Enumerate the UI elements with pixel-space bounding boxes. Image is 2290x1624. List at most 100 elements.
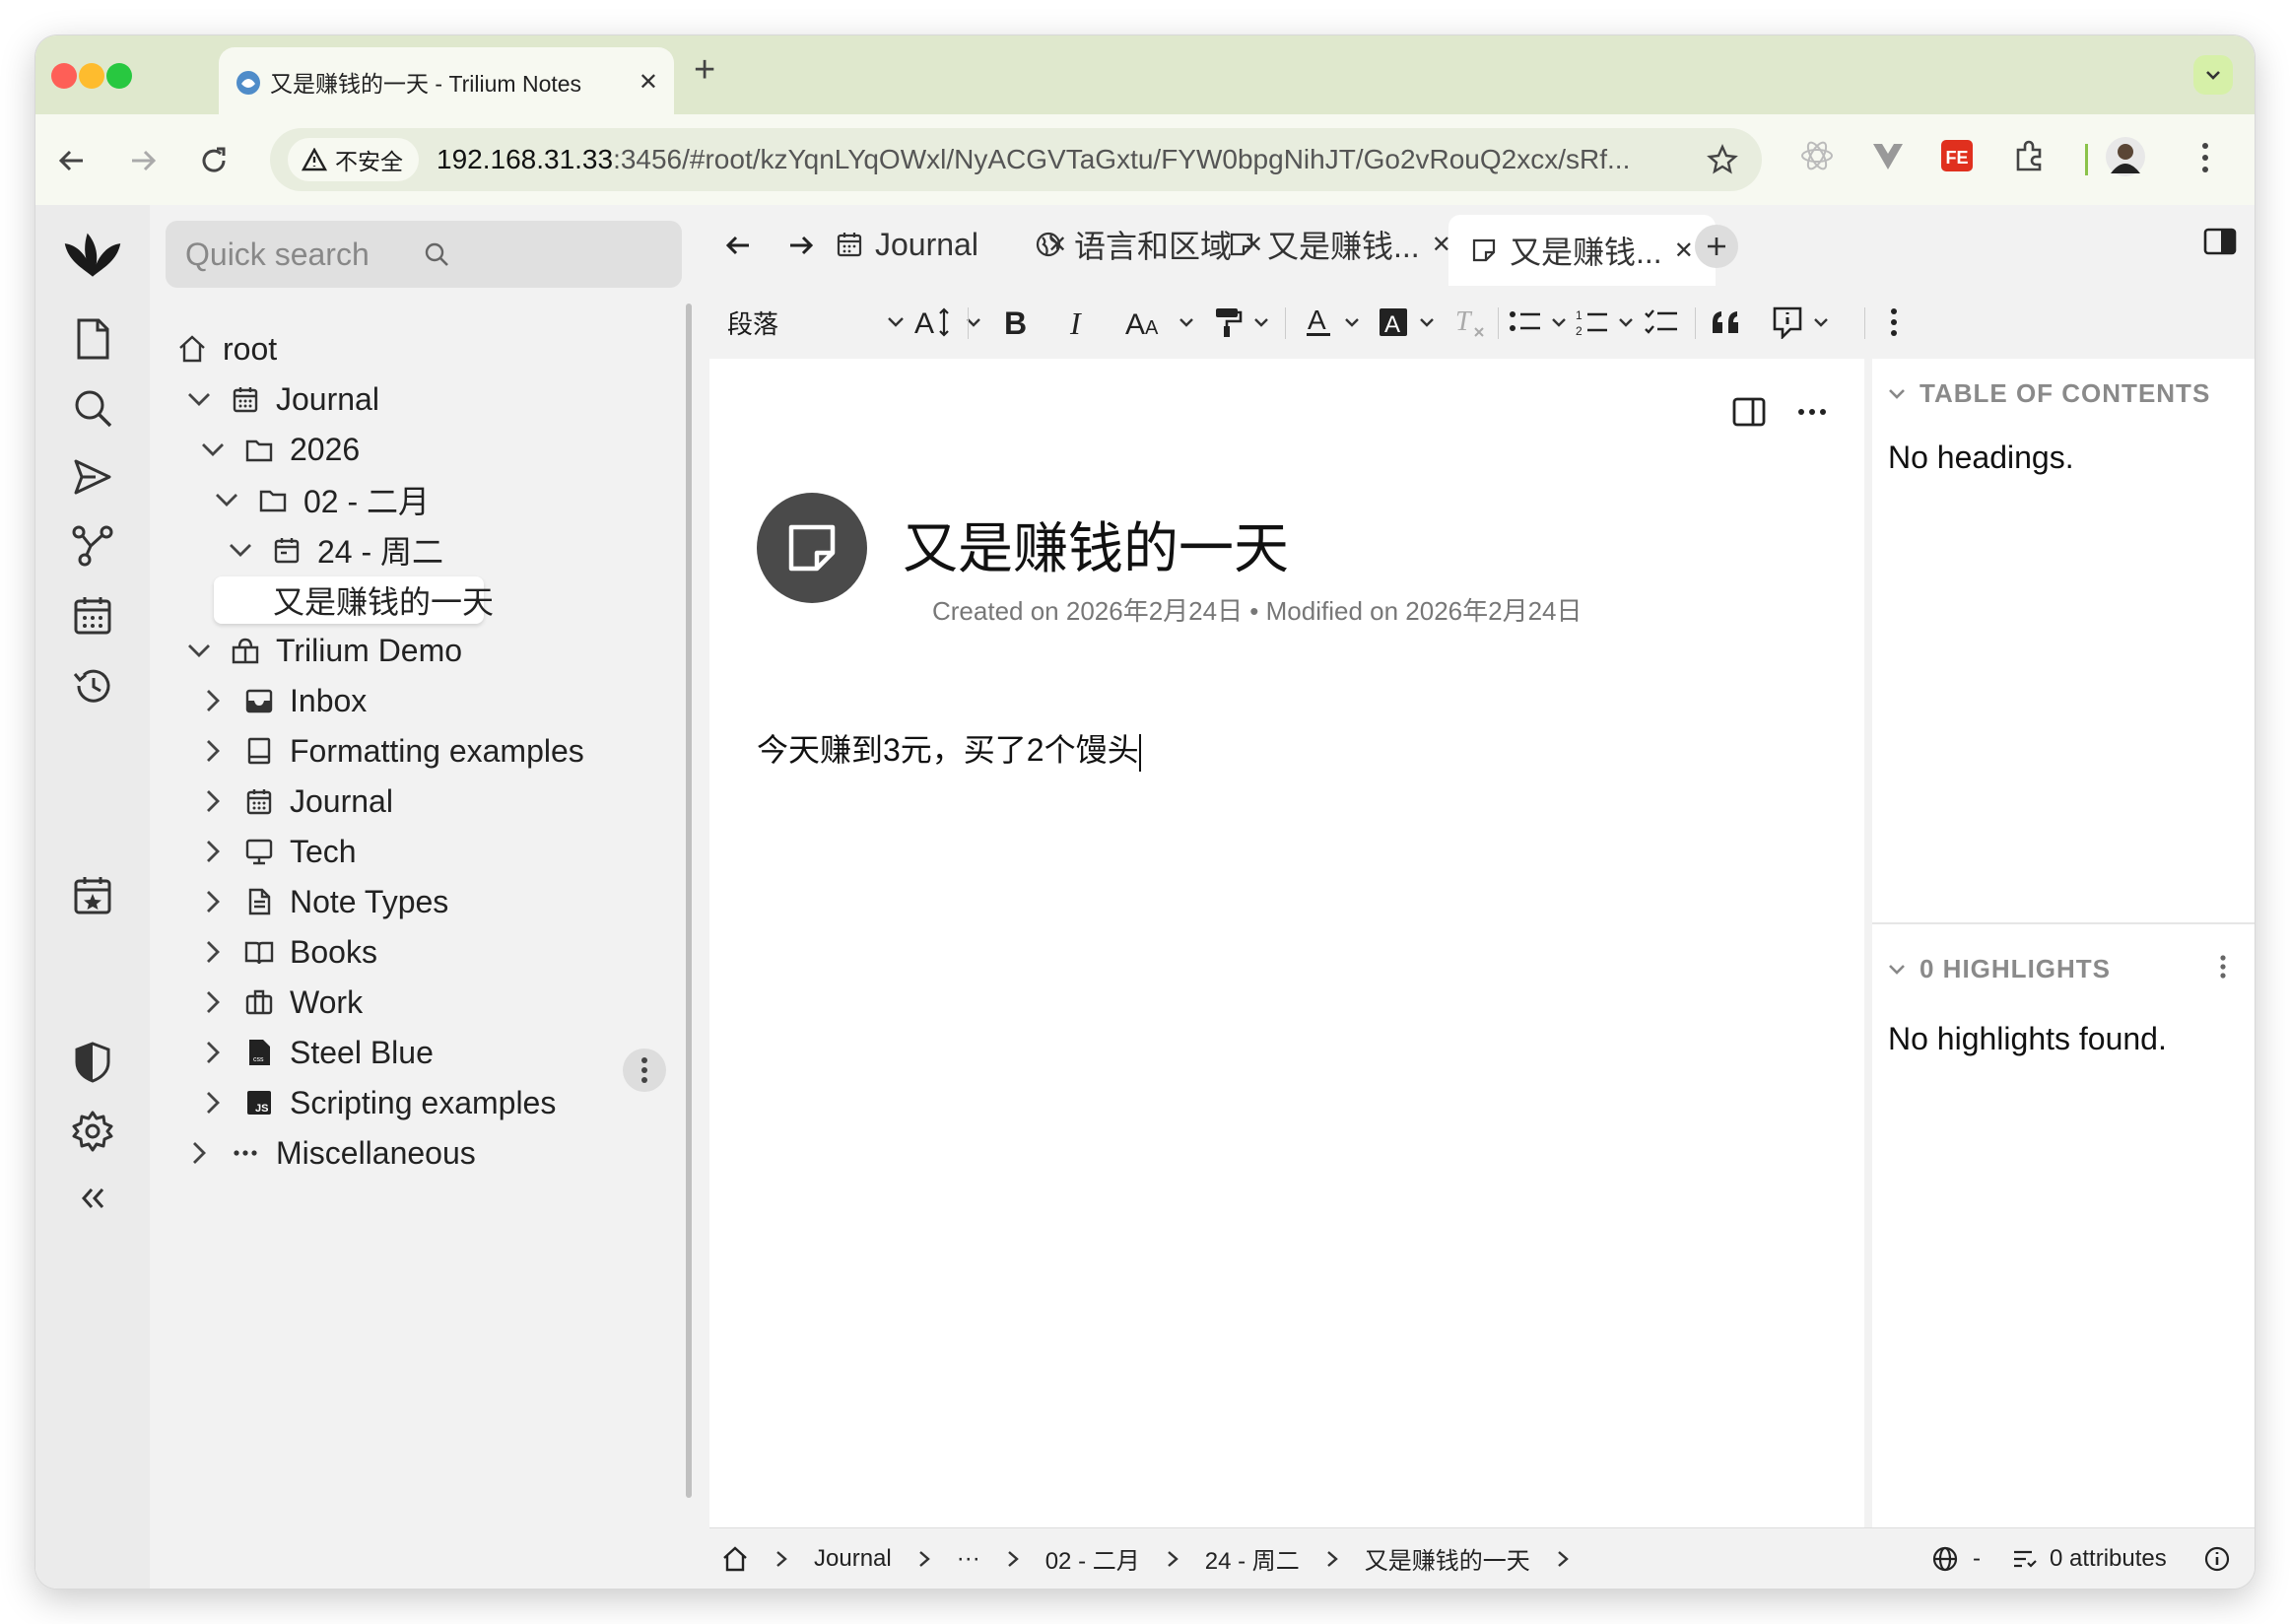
paragraph-style-dropdown[interactable]: 段落 [727,300,905,345]
extensions-puzzle-icon[interactable] [2012,138,2048,173]
chevron-down-icon[interactable] [1547,300,1571,345]
new-note-tab-button[interactable] [1695,225,1738,268]
close-tab-icon[interactable]: ✕ [1674,237,1694,265]
history-forward-icon[interactable] [786,231,816,260]
split-view-icon[interactable] [1732,396,1766,428]
remove-format-icon[interactable]: T [1448,300,1492,345]
browser-menu-icon[interactable] [2199,140,2211,175]
new-note-icon[interactable] [63,309,122,369]
bookmark-star-icon[interactable] [1707,144,1738,175]
background-color-icon[interactable]: A [1372,300,1415,345]
font-color-icon[interactable]: A [1297,300,1340,345]
collapse-sidebar-icon[interactable] [63,1169,122,1228]
protected-session-shield-icon[interactable] [63,1033,122,1092]
text-case-icon[interactable]: AA [1115,300,1175,345]
search-icon[interactable] [63,378,122,438]
forward-arrow-icon[interactable] [126,144,160,177]
language-indicator[interactable]: - [1931,1545,1981,1573]
chevron-down-icon[interactable] [1809,300,1833,345]
breadcrumb-item[interactable]: 02 - 二月 [1045,1541,1140,1576]
browser-tab-active[interactable]: 又是赚钱的一天 - Trilium Notes ✕ [219,47,674,116]
todo-list-icon[interactable] [1640,300,1683,345]
chevron-right-icon[interactable] [199,1039,227,1066]
tab-note-active[interactable]: 又是赚钱... ✕ [1448,215,1716,286]
today-note-icon[interactable] [63,865,122,924]
history-back-icon[interactable] [723,231,753,260]
send-icon[interactable] [63,447,122,507]
note-actions-icon[interactable] [1797,408,1827,416]
chevron-right-icon[interactable] [199,1089,227,1116]
italic-icon[interactable]: I [1056,300,1100,345]
numbered-list-icon[interactable]: 12 [1571,300,1614,345]
back-arrow-icon[interactable] [55,144,89,177]
tab-search-button[interactable] [2193,55,2233,95]
quick-search-input[interactable]: Quick search [166,221,682,288]
trilium-logo-icon[interactable] [63,223,122,282]
tab-journal[interactable]: Journal ✕ [836,215,1067,274]
chevron-down-icon[interactable] [962,300,985,345]
chevron-right-icon[interactable] [199,838,227,865]
tab-note-inactive[interactable]: 又是赚钱... ✕ [1228,215,1451,274]
history-icon[interactable] [63,656,122,715]
admonition-icon[interactable] [1766,300,1809,345]
minimize-window-button[interactable] [79,63,104,89]
format-painter-icon[interactable] [1206,300,1249,345]
chevron-down-icon[interactable] [199,436,227,463]
vue-devtools-icon[interactable] [1870,138,1906,173]
chevron-down-icon[interactable] [185,637,213,664]
close-window-button[interactable] [51,63,77,89]
new-tab-button[interactable]: + [694,49,715,92]
chevron-down-icon[interactable] [1415,300,1439,345]
chevron-down-icon[interactable] [1340,300,1364,345]
url-text[interactable]: 192.168.31.33:3456/#root/kzYqnLYqOWxl/Ny… [437,144,1707,175]
calendar-icon[interactable] [63,585,122,644]
settings-gear-icon[interactable] [63,1102,122,1161]
react-devtools-icon[interactable] [1799,138,1835,173]
note-info-icon[interactable] [2203,1545,2231,1573]
chevron-down-icon[interactable] [227,536,254,564]
breadcrumb-item[interactable]: 24 - 周二 [1205,1541,1300,1576]
note-icon-button[interactable] [757,493,867,603]
chevron-down-icon[interactable] [1249,300,1273,345]
highlights-header[interactable]: 0 HIGHLIGHTS [1888,954,2111,984]
address-bar[interactable]: 不安全 192.168.31.33:3456/#root/kzYqnLYqOWx… [270,128,1762,191]
bulleted-list-icon[interactable] [1504,300,1547,345]
breadcrumb-item[interactable]: ··· [957,1545,980,1573]
toc-header[interactable]: TABLE OF CONTENTS [1888,378,2210,409]
breadcrumb-item[interactable]: Journal [814,1545,892,1573]
reload-icon[interactable] [197,144,231,177]
chevron-down-icon[interactable] [1175,300,1198,345]
tree-item-selected[interactable]: 又是赚钱的一天 [214,576,494,624]
note-title[interactable]: 又是赚钱的一天 [903,505,1289,584]
note-body-editor[interactable]: 今天赚到3元，买了2个馒头 [757,725,1821,772]
highlights-menu-icon[interactable] [2219,954,2227,980]
chevron-right-icon[interactable] [199,687,227,714]
font-size-icon[interactable]: A [910,300,962,345]
chevron-right-icon[interactable] [199,888,227,915]
tree-scrollbar[interactable] [686,304,692,1498]
note-map-icon[interactable] [63,516,122,575]
chevron-down-icon[interactable] [1614,300,1638,345]
attributes-indicator[interactable]: 0 attributes [2012,1545,2167,1573]
zoom-window-button[interactable] [106,63,132,89]
tree-item[interactable]: 24 - 周二 [227,520,443,579]
blockquote-icon[interactable] [1705,300,1748,345]
more-formatting-icon[interactable] [1878,300,1910,345]
chevron-right-icon[interactable] [199,787,227,815]
tree-item[interactable]: Miscellaneous [185,1123,476,1183]
toggle-right-pane-icon[interactable] [2203,227,2237,256]
home-icon[interactable] [721,1545,749,1573]
search-icon[interactable] [424,241,662,267]
chevron-right-icon[interactable] [185,1139,213,1167]
fe-helper-icon[interactable]: FE [1939,138,1975,173]
chevron-right-icon[interactable] [199,988,227,1016]
chevron-right-icon[interactable] [199,737,227,765]
close-tab-icon[interactable]: ✕ [639,68,658,97]
profile-avatar[interactable] [2105,136,2146,177]
bold-icon[interactable]: B [993,300,1037,345]
chevron-down-icon[interactable] [213,486,240,513]
breadcrumb-item[interactable]: 又是赚钱的一天 [1365,1541,1530,1576]
security-chip[interactable]: 不安全 [288,138,419,181]
chevron-down-icon[interactable] [185,385,213,413]
chevron-right-icon[interactable] [199,938,227,966]
